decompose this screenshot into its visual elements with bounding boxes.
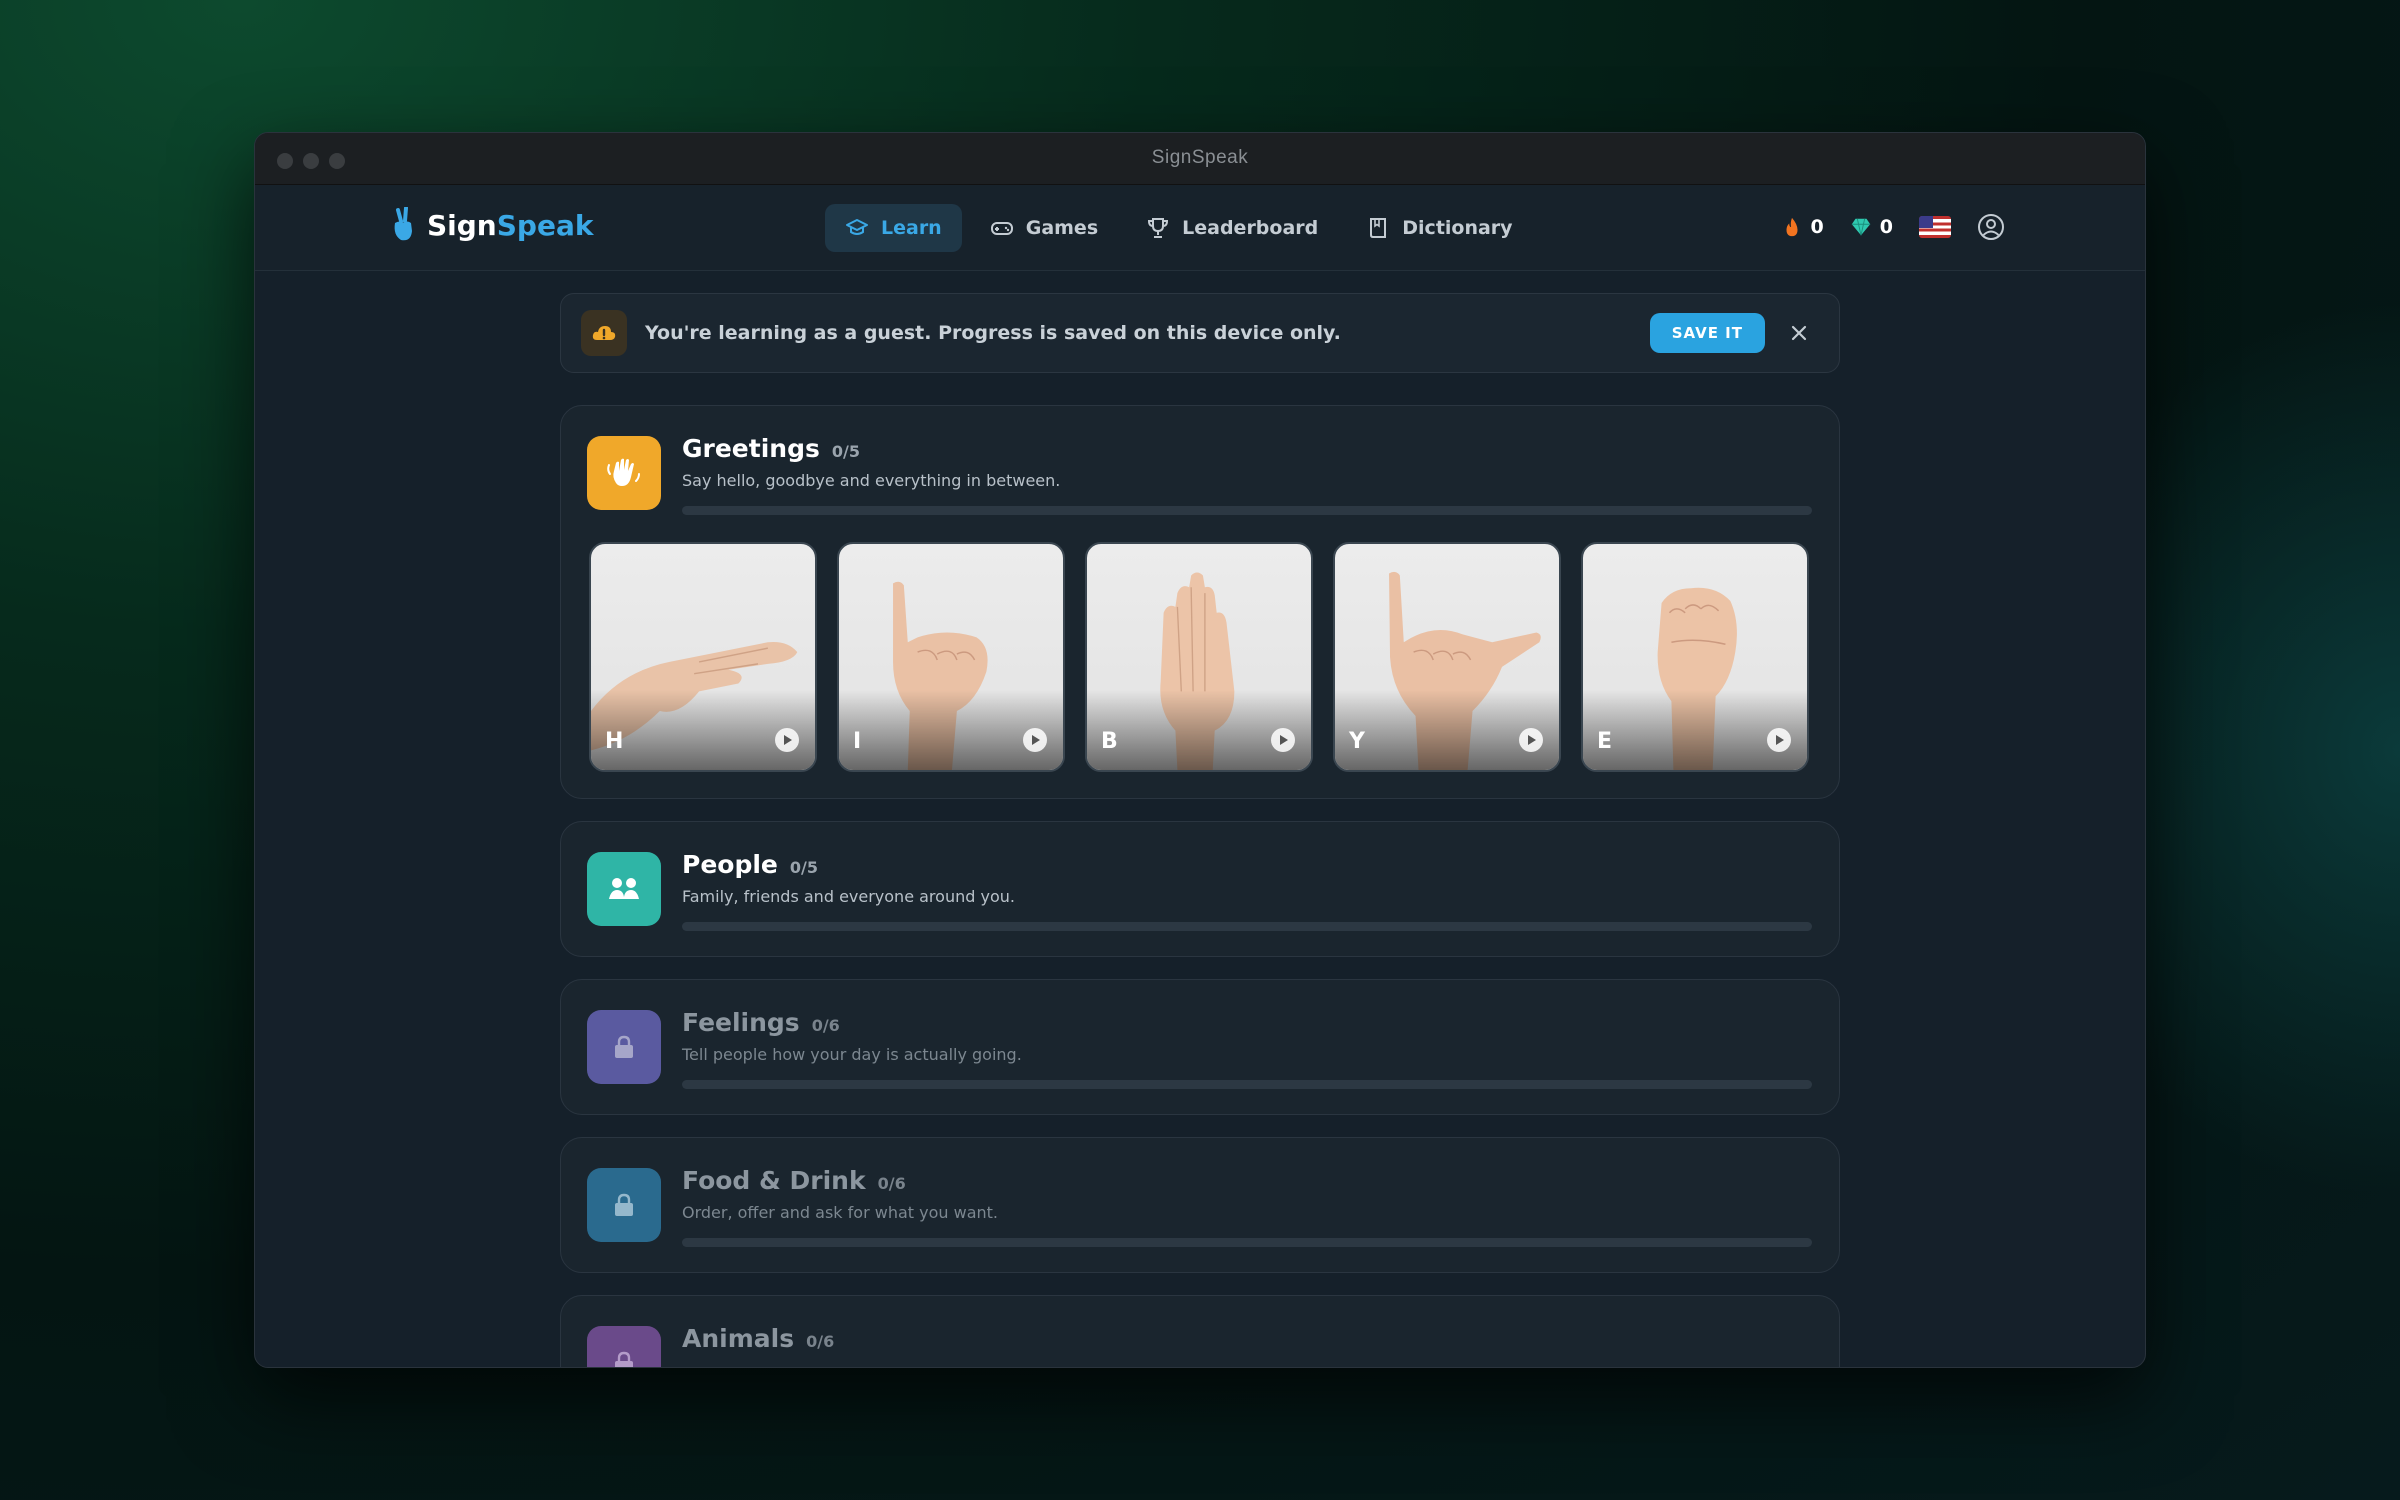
us-flag-icon[interactable] xyxy=(1919,216,1951,238)
unit-people[interactable]: People 0/5 Family, friends and everyone … xyxy=(560,821,1840,957)
brand-name: SignSpeak xyxy=(427,208,594,242)
unit-food-drink-icon-box xyxy=(587,1168,661,1242)
unit-title: Food & Drink xyxy=(682,1166,866,1195)
close-icon[interactable] xyxy=(1789,323,1809,343)
guest-banner: You're learning as a guest. Progress is … xyxy=(560,293,1840,373)
card-letter: I xyxy=(853,729,862,754)
streak-counter[interactable]: 0 xyxy=(1781,216,1824,238)
play-icon[interactable] xyxy=(1023,728,1047,752)
title-bar: SignSpeak xyxy=(255,133,2145,185)
card-letter: B xyxy=(1101,729,1118,754)
nav-learn[interactable]: Learn xyxy=(825,204,962,252)
card-letter: H xyxy=(605,729,624,754)
unit-progress-bar xyxy=(682,922,1812,931)
gamepad-icon xyxy=(990,222,1013,235)
app-header: SignSpeak Learn Games Leaderboard Dictio… xyxy=(255,185,2145,271)
people-icon xyxy=(609,878,639,899)
sign-card-h[interactable]: H xyxy=(589,542,817,772)
streak-value: 0 xyxy=(1810,216,1824,238)
unit-feelings-icon-box xyxy=(587,1010,661,1084)
play-icon[interactable] xyxy=(1519,728,1543,752)
nav-games[interactable]: Games xyxy=(970,204,1118,252)
unit-animals[interactable]: Animals 0/6 xyxy=(560,1295,1840,1367)
unit-count: 0/6 xyxy=(806,1332,835,1351)
unit-people-header: People 0/5 Family, friends and everyone … xyxy=(682,850,1813,931)
unit-animals-header: Animals 0/6 xyxy=(682,1324,1813,1353)
unit-subtitle: Tell people how your day is actually goi… xyxy=(682,1045,1022,1064)
play-icon[interactable] xyxy=(1767,728,1791,752)
nav-learn-label: Learn xyxy=(881,217,942,239)
graduation-cap-icon xyxy=(846,219,868,235)
unit-greetings-icon-box xyxy=(587,436,661,510)
user-profile-icon[interactable] xyxy=(1977,213,2005,241)
unit-people-icon-box xyxy=(587,852,661,926)
trophy-icon xyxy=(1148,218,1169,238)
save-progress-button[interactable]: SAVE IT xyxy=(1649,313,1765,353)
unit-greetings[interactable]: Greetings 0/5 Say hello, goodbye and eve… xyxy=(560,405,1840,799)
main-nav: Learn Games Leaderboard Dictionary xyxy=(825,204,1533,252)
app-window: SignSpeak SignSpeak Learn Games Leaderbo… xyxy=(254,132,2146,1368)
play-icon[interactable] xyxy=(1271,728,1295,752)
unit-count: 0/6 xyxy=(877,1174,906,1193)
unit-greetings-header: Greetings 0/5 Say hello, goodbye and eve… xyxy=(682,434,1813,515)
sign-card-i[interactable]: I xyxy=(837,542,1065,772)
nav-dictionary-label: Dictionary xyxy=(1402,217,1513,239)
unit-subtitle: Say hello, goodbye and everything in bet… xyxy=(682,471,1061,490)
brand-logo[interactable]: SignSpeak xyxy=(389,207,593,243)
gems-value: 0 xyxy=(1879,216,1893,238)
nav-dictionary[interactable]: Dictionary xyxy=(1346,204,1532,252)
lock-icon xyxy=(615,1351,633,1367)
unit-progress-bar xyxy=(682,1238,1812,1247)
unit-subtitle: Family, friends and everyone around you. xyxy=(682,887,1015,906)
unit-subtitle: Order, offer and ask for what you want. xyxy=(682,1203,998,1222)
waving-hand-icon xyxy=(607,458,640,486)
hand-peace-icon xyxy=(394,207,412,241)
user-stats: 0 0 xyxy=(1781,213,2005,241)
unit-food-drink[interactable]: Food & Drink 0/6 Order, offer and ask fo… xyxy=(560,1137,1840,1273)
unit-count: 0/5 xyxy=(831,442,860,461)
book-icon xyxy=(1370,218,1387,238)
unit-feelings-header: Feelings 0/6 Tell people how your day is… xyxy=(682,1008,1813,1089)
unit-animals-icon-box xyxy=(587,1326,661,1367)
unit-title: Animals xyxy=(682,1324,795,1353)
play-icon[interactable] xyxy=(775,728,799,752)
lock-icon xyxy=(615,1035,633,1058)
banner-message: You're learning as a guest. Progress is … xyxy=(645,322,1341,344)
unit-count: 0/6 xyxy=(811,1016,840,1035)
gem-icon xyxy=(1851,218,1870,236)
unit-food-drink-header: Food & Drink 0/6 Order, offer and ask fo… xyxy=(682,1166,1813,1247)
unit-feelings[interactable]: Feelings 0/6 Tell people how your day is… xyxy=(560,979,1840,1115)
nav-leaderboard-label: Leaderboard xyxy=(1182,217,1319,239)
nav-leaderboard[interactable]: Leaderboard xyxy=(1126,204,1338,252)
card-letter: Y xyxy=(1349,729,1365,754)
sign-card-b[interactable]: B xyxy=(1085,542,1313,772)
unit-title: Greetings xyxy=(682,434,820,463)
sign-cards: H I B Y E xyxy=(589,542,1813,772)
unit-progress-bar xyxy=(682,1080,1812,1089)
unit-title: People xyxy=(682,850,778,879)
cloud-warning-icon xyxy=(592,326,616,340)
unit-progress-bar xyxy=(682,506,1812,515)
lock-icon xyxy=(615,1193,633,1216)
flame-icon xyxy=(1786,217,1798,237)
window-title: SignSpeak xyxy=(1151,147,1249,168)
banner-icon-box xyxy=(581,310,627,356)
sign-card-e[interactable]: E xyxy=(1581,542,1809,772)
gems-counter[interactable]: 0 xyxy=(1850,216,1893,238)
card-letter: E xyxy=(1597,729,1613,754)
nav-games-label: Games xyxy=(1025,217,1099,239)
unit-title: Feelings xyxy=(682,1008,800,1037)
main-content: You're learning as a guest. Progress is … xyxy=(560,293,1840,1367)
sign-card-y[interactable]: Y xyxy=(1333,542,1561,772)
unit-count: 0/5 xyxy=(789,858,818,877)
